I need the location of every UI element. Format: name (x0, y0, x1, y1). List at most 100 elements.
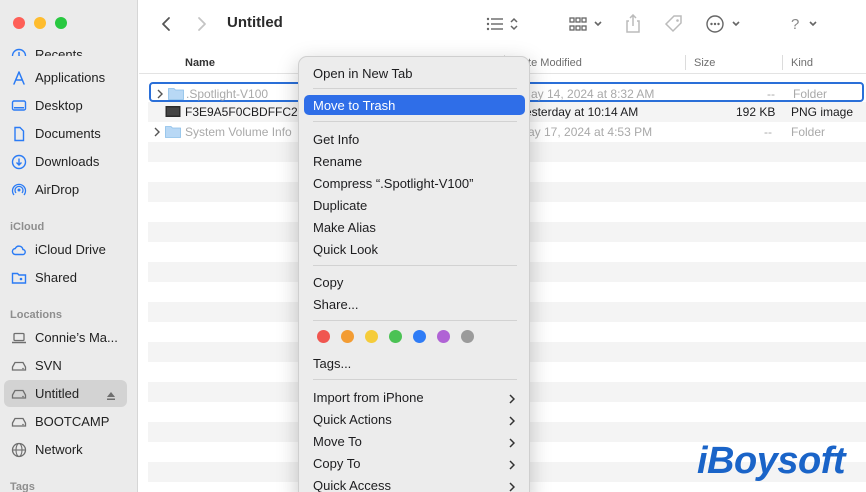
menu-separator (313, 379, 517, 380)
menu-tags[interactable]: Tags... (304, 353, 525, 373)
file-name: System Volume Info (185, 125, 292, 139)
menu-quick-actions[interactable]: Quick Actions (304, 409, 525, 429)
sidebar-item-label: Desktop (35, 98, 83, 113)
tag-red-dot[interactable] (317, 330, 330, 343)
list-view-button[interactable] (486, 13, 522, 35)
disclosure-triangle-icon[interactable] (156, 88, 164, 99)
context-menu: Open in New Tab Move to Trash Get Info R… (298, 56, 530, 492)
sidebar-item-label: Connie’s Ma... (35, 330, 118, 345)
eject-icon[interactable] (106, 389, 116, 400)
share-icon[interactable] (625, 13, 641, 35)
tag-icon[interactable] (664, 13, 684, 35)
submenu-arrow-icon (509, 458, 516, 470)
sidebar-item-untitled[interactable]: Untitled (4, 380, 127, 407)
menu-move-to[interactable]: Move To (304, 431, 525, 451)
sidebar-item-recents[interactable]: Recents (4, 36, 127, 56)
clock-icon (11, 48, 27, 56)
sidebar-item-airdrop[interactable]: AirDrop (4, 176, 127, 203)
menu-item-label: Copy To (313, 455, 361, 471)
menu-make-alias[interactable]: Make Alias (304, 217, 525, 237)
menu-open-in-new-tab[interactable]: Open in New Tab (304, 63, 525, 83)
sidebar-item-label: BOOTCAMP (35, 414, 110, 429)
sidebar-item-label: SVN (35, 358, 62, 373)
svg-text:?: ? (791, 16, 799, 33)
submenu-arrow-icon (509, 436, 516, 448)
document-icon (11, 126, 27, 142)
sidebar-item-applications[interactable]: Applications (4, 64, 127, 91)
menu-rename[interactable]: Rename (304, 151, 525, 171)
menu-share[interactable]: Share... (304, 294, 525, 314)
sidebar-item-documents[interactable]: Documents (4, 120, 127, 147)
download-icon (11, 154, 27, 170)
sidebar-item-bootcamp[interactable]: BOOTCAMP (4, 408, 127, 435)
menu-copy[interactable]: Copy (304, 272, 525, 292)
menu-item-label: Move To (313, 433, 362, 449)
watermark-logo: iBoysoft (697, 440, 846, 482)
menu-quick-access[interactable]: Quick Access (304, 475, 525, 492)
sidebar-item-label: Recents (35, 47, 83, 56)
menu-separator (313, 88, 517, 89)
sidebar-item-connies-mac[interactable]: Connie’s Ma... (4, 324, 127, 351)
menu-separator (313, 320, 517, 321)
column-name[interactable]: Name (185, 57, 215, 69)
drive-icon (11, 358, 27, 374)
help-button[interactable]: ? (789, 13, 825, 35)
menu-quick-look[interactable]: Quick Look (304, 239, 525, 259)
sidebar-item-shared[interactable]: Shared (4, 264, 127, 291)
folder-icon (165, 125, 181, 138)
menu-compress[interactable]: Compress “.Spotlight-V100” (304, 173, 525, 193)
disclosure-triangle-icon[interactable] (153, 126, 161, 137)
close-window-button[interactable] (13, 17, 25, 29)
minimize-window-button[interactable] (34, 17, 46, 29)
tag-purple-dot[interactable] (437, 330, 450, 343)
submenu-arrow-icon (509, 480, 516, 492)
column-divider (685, 55, 686, 70)
drive-icon (11, 414, 27, 430)
forward-button[interactable] (197, 13, 207, 35)
file-date: Yesterday at 10:14 AM (518, 105, 639, 119)
menu-separator (313, 265, 517, 266)
menu-get-info[interactable]: Get Info (304, 129, 525, 149)
column-size[interactable]: Size (694, 57, 715, 69)
tag-color-row (317, 330, 474, 343)
sidebar-item-downloads[interactable]: Downloads (4, 148, 127, 175)
column-kind[interactable]: Kind (791, 57, 813, 69)
group-by-button[interactable] (569, 13, 605, 35)
sidebar-item-label: AirDrop (35, 182, 80, 197)
back-button[interactable] (161, 13, 171, 35)
file-size: -- (764, 125, 772, 139)
more-actions-button[interactable] (705, 13, 743, 35)
menu-import-from-iphone[interactable]: Import from iPhone (304, 387, 525, 407)
file-size: 192 KB (736, 105, 776, 119)
sidebar-section-locations: Locations (10, 309, 62, 321)
tag-green-dot[interactable] (389, 330, 402, 343)
tag-blue-dot[interactable] (413, 330, 426, 343)
sidebar-item-label: Untitled (35, 386, 80, 401)
sidebar-section-tags: Tags (10, 481, 35, 492)
sidebar-item-label: Downloads (35, 154, 100, 169)
zoom-window-button[interactable] (55, 17, 67, 29)
sidebar-item-network[interactable]: Network (4, 436, 127, 463)
menu-move-to-trash[interactable]: Move to Trash (304, 95, 525, 115)
sidebar-item-label: Shared (35, 270, 77, 285)
sidebar-item-label: Network (35, 442, 83, 457)
sidebar-item-label: Applications (35, 70, 106, 85)
menu-duplicate[interactable]: Duplicate (304, 195, 525, 215)
menu-copy-to[interactable]: Copy To (304, 453, 525, 473)
toolbar: Untitled ? (139, 0, 866, 49)
tag-gray-dot[interactable] (461, 330, 474, 343)
file-kind: PNG image (791, 105, 854, 119)
submenu-arrow-icon (509, 414, 516, 426)
tag-yellow-dot[interactable] (365, 330, 378, 343)
sidebar-item-desktop[interactable]: Desktop (4, 92, 127, 119)
cloud-icon (11, 242, 27, 258)
sidebar-item-label: Documents (35, 126, 101, 141)
applications-icon (11, 70, 27, 86)
sidebar-item-icloud-drive[interactable]: iCloud Drive (4, 236, 127, 263)
file-name: .Spotlight-V100 (186, 87, 269, 101)
shared-folder-icon (11, 270, 27, 286)
sidebar-item-svn[interactable]: SVN (4, 352, 127, 379)
file-kind: Folder (793, 87, 828, 101)
tag-orange-dot[interactable] (341, 330, 354, 343)
airdrop-icon (11, 182, 27, 198)
